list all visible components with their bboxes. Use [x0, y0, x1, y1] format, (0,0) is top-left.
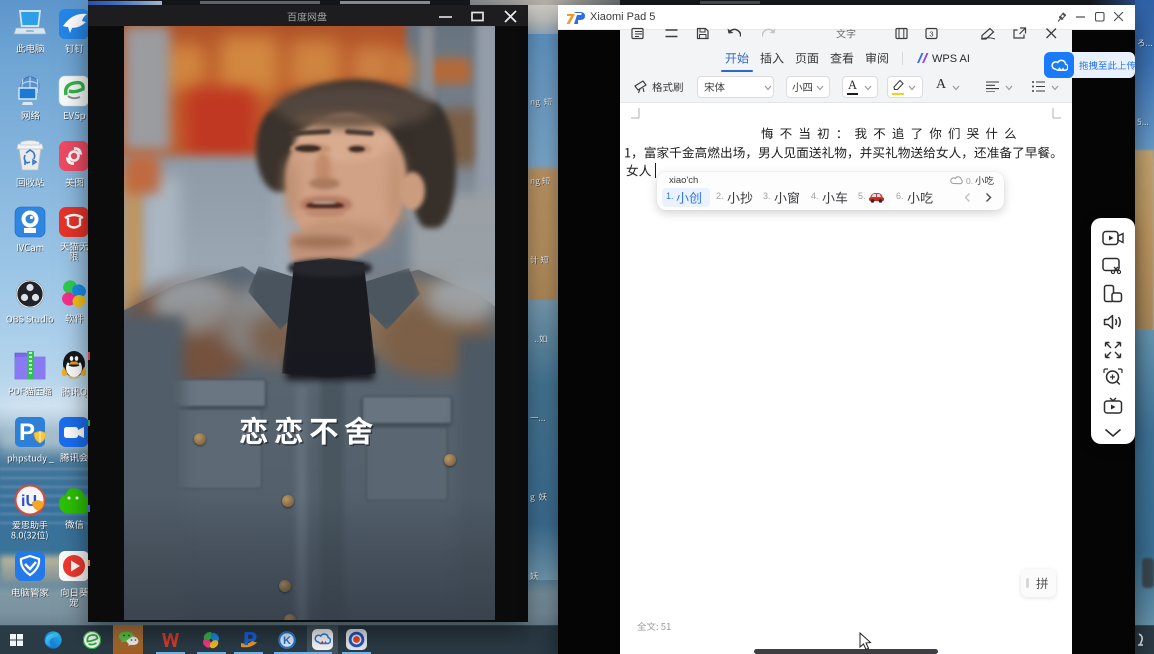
svg-text:P: P [19, 419, 35, 446]
svg-text:3: 3 [929, 30, 933, 39]
svg-text:K: K [283, 635, 291, 647]
